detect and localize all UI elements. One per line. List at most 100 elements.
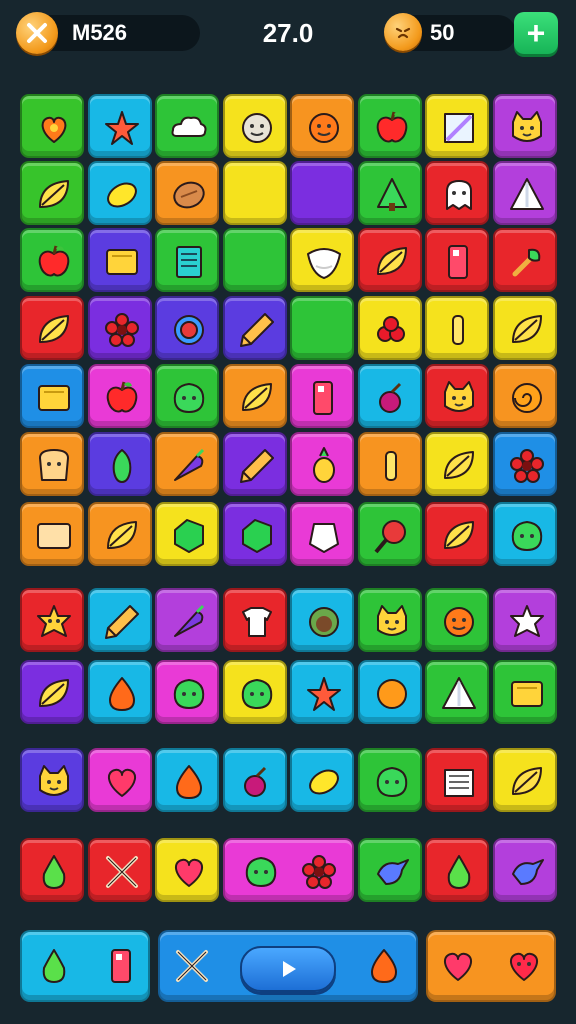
game-tile[interactable] bbox=[155, 296, 219, 360]
game-tile[interactable] bbox=[155, 838, 219, 902]
game-tile[interactable] bbox=[87, 432, 152, 496]
game-tile[interactable] bbox=[425, 94, 489, 158]
game-tile[interactable] bbox=[290, 432, 354, 496]
game-tile[interactable] bbox=[20, 364, 84, 428]
game-tile[interactable] bbox=[425, 432, 489, 496]
game-tile[interactable] bbox=[87, 502, 152, 566]
game-tile[interactable] bbox=[357, 161, 422, 225]
game-tile[interactable] bbox=[357, 748, 422, 812]
game-tile[interactable] bbox=[357, 838, 422, 902]
game-tile[interactable] bbox=[357, 364, 422, 428]
game-tile[interactable] bbox=[290, 588, 354, 652]
bottom-left-panel[interactable] bbox=[20, 930, 150, 1002]
game-tile[interactable] bbox=[20, 660, 84, 724]
game-tile[interactable] bbox=[20, 161, 84, 225]
game-tile[interactable] bbox=[425, 228, 489, 292]
game-tile[interactable] bbox=[155, 364, 219, 428]
game-tile[interactable] bbox=[492, 296, 557, 360]
game-tile[interactable] bbox=[222, 364, 287, 428]
game-tile[interactable] bbox=[492, 94, 557, 158]
game-tile[interactable] bbox=[290, 748, 354, 812]
game-tile[interactable] bbox=[492, 838, 557, 902]
game-tile[interactable] bbox=[425, 838, 489, 902]
game-tile[interactable] bbox=[87, 161, 152, 225]
game-tile[interactable] bbox=[290, 296, 354, 360]
box-icon bbox=[105, 249, 138, 275]
game-tile[interactable] bbox=[87, 228, 152, 292]
game-tile[interactable] bbox=[222, 228, 287, 292]
leaf-icon bbox=[39, 679, 69, 707]
game-tile[interactable] bbox=[357, 660, 422, 724]
game-tile[interactable] bbox=[155, 660, 219, 724]
star-icon bbox=[509, 605, 544, 637]
game-tile[interactable] bbox=[492, 588, 557, 652]
game-tile[interactable] bbox=[222, 660, 287, 724]
game-tile[interactable] bbox=[222, 838, 354, 902]
leaf-icon bbox=[444, 451, 474, 479]
game-tile[interactable] bbox=[222, 748, 287, 812]
gem-icon bbox=[174, 519, 204, 553]
game-tile[interactable] bbox=[222, 296, 287, 360]
game-tile[interactable] bbox=[425, 296, 489, 360]
game-tile[interactable] bbox=[155, 94, 219, 158]
game-tile[interactable] bbox=[87, 296, 152, 360]
game-tile[interactable] bbox=[222, 432, 287, 496]
game-tile[interactable] bbox=[222, 94, 287, 158]
game-tile[interactable] bbox=[155, 588, 219, 652]
game-tile[interactable] bbox=[155, 432, 219, 496]
game-tile[interactable] bbox=[87, 588, 152, 652]
game-tile[interactable] bbox=[357, 94, 422, 158]
toast-icon bbox=[39, 449, 69, 481]
game-tile[interactable] bbox=[425, 660, 489, 724]
game-tile[interactable] bbox=[20, 588, 84, 652]
apple-icon bbox=[376, 111, 407, 143]
game-tile[interactable] bbox=[20, 228, 84, 292]
game-tile[interactable] bbox=[20, 502, 84, 566]
game-tile[interactable] bbox=[87, 748, 152, 812]
game-tile[interactable] bbox=[290, 228, 354, 292]
game-tile[interactable] bbox=[425, 161, 489, 225]
game-tile[interactable] bbox=[20, 748, 84, 812]
game-tile[interactable] bbox=[290, 94, 354, 158]
game-tile[interactable] bbox=[492, 228, 557, 292]
game-tile[interactable] bbox=[425, 502, 489, 566]
bottom-right-panel[interactable] bbox=[426, 930, 556, 1002]
game-tile[interactable] bbox=[357, 502, 422, 566]
play-button[interactable] bbox=[240, 946, 336, 992]
game-tile[interactable] bbox=[87, 660, 152, 724]
game-tile[interactable] bbox=[20, 838, 84, 902]
game-tile[interactable] bbox=[290, 660, 354, 724]
game-tile[interactable] bbox=[222, 161, 287, 225]
game-tile[interactable] bbox=[425, 748, 489, 812]
game-tile[interactable] bbox=[290, 364, 354, 428]
game-tile[interactable] bbox=[357, 228, 422, 292]
game-tile[interactable] bbox=[20, 432, 84, 496]
game-tile[interactable] bbox=[492, 660, 557, 724]
game-tile[interactable] bbox=[492, 432, 557, 496]
face-blob-icon bbox=[245, 857, 276, 887]
game-tile[interactable] bbox=[425, 588, 489, 652]
game-tile[interactable] bbox=[155, 228, 219, 292]
game-tile[interactable] bbox=[492, 364, 557, 428]
game-tile[interactable] bbox=[155, 748, 219, 812]
game-tile[interactable] bbox=[425, 364, 489, 428]
game-tile[interactable] bbox=[492, 748, 557, 812]
game-tile[interactable] bbox=[357, 588, 422, 652]
ghost-icon bbox=[446, 180, 472, 210]
game-tile[interactable] bbox=[492, 502, 557, 566]
game-tile[interactable] bbox=[357, 296, 422, 360]
game-tile[interactable] bbox=[155, 502, 219, 566]
game-tile[interactable] bbox=[222, 588, 287, 652]
shell-icon bbox=[307, 248, 341, 279]
game-tile[interactable] bbox=[222, 502, 287, 566]
game-tile[interactable] bbox=[155, 161, 219, 225]
game-tile[interactable] bbox=[87, 364, 152, 428]
game-tile[interactable] bbox=[87, 94, 152, 158]
game-tile[interactable] bbox=[290, 161, 354, 225]
game-tile[interactable] bbox=[20, 296, 84, 360]
game-tile[interactable] bbox=[290, 502, 354, 566]
game-tile[interactable] bbox=[20, 94, 84, 158]
game-tile[interactable] bbox=[87, 838, 152, 902]
game-tile[interactable] bbox=[357, 432, 422, 496]
game-tile[interactable] bbox=[492, 161, 557, 225]
